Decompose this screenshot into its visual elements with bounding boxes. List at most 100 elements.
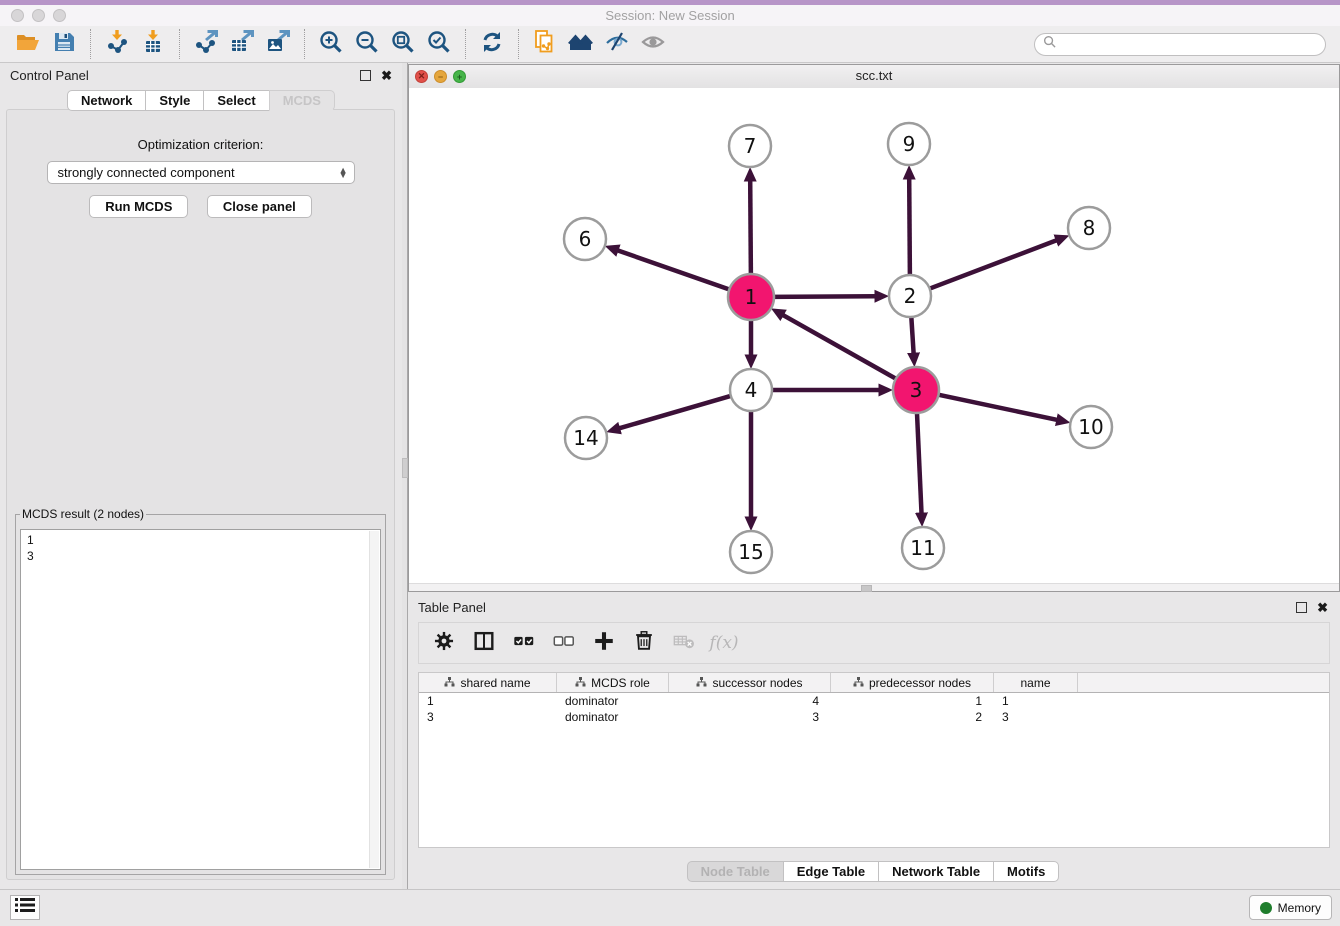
zoom-selected-button[interactable] bbox=[421, 28, 457, 60]
graph-edge-2-9[interactable] bbox=[909, 179, 910, 277]
table-row[interactable]: 3dominator323 bbox=[419, 709, 1329, 725]
table-cell: 3 bbox=[994, 710, 1078, 724]
graph-node-9[interactable]: 9 bbox=[888, 123, 930, 165]
graph-node-1[interactable]: 1 bbox=[728, 274, 774, 320]
float-panel-icon[interactable] bbox=[360, 70, 371, 81]
network-document-button[interactable] bbox=[527, 28, 563, 60]
graph-node-3[interactable]: 3 bbox=[893, 367, 939, 413]
svg-text:11: 11 bbox=[910, 536, 935, 560]
float-table-panel-icon[interactable] bbox=[1296, 602, 1307, 613]
graph-node-14[interactable]: 14 bbox=[565, 417, 607, 459]
trash-icon bbox=[632, 629, 656, 658]
refresh-icon bbox=[479, 29, 505, 60]
graph-node-15[interactable]: 15 bbox=[730, 531, 772, 573]
checked-boxes-icon bbox=[512, 629, 536, 658]
delete-table-button-disabled bbox=[671, 630, 697, 656]
table-cell: 4 bbox=[669, 694, 831, 708]
zoom-fit-button[interactable] bbox=[385, 28, 421, 60]
graph-node-7[interactable]: 7 bbox=[729, 125, 771, 167]
table-cell: 3 bbox=[669, 710, 831, 724]
graph-node-6[interactable]: 6 bbox=[564, 218, 606, 260]
hide-glasses-button[interactable] bbox=[599, 28, 635, 60]
mcds-panel: Optimization criterion: strongly connect… bbox=[6, 109, 395, 880]
search-icon bbox=[1043, 35, 1061, 53]
eye-icon bbox=[640, 29, 666, 60]
graph-edge-2-3[interactable] bbox=[911, 315, 913, 353]
zoom-out-icon bbox=[354, 29, 380, 60]
tab-network-table[interactable]: Network Table bbox=[878, 861, 994, 882]
tab-node-table[interactable]: Node Table bbox=[687, 861, 784, 882]
optimization-criterion-select[interactable]: strongly connected component ▲▼ bbox=[47, 161, 355, 184]
graph-edge-1-6[interactable] bbox=[618, 251, 731, 291]
export-table-icon bbox=[229, 29, 255, 60]
tab-network[interactable]: Network bbox=[67, 90, 146, 111]
graph-edge-4-14[interactable] bbox=[620, 395, 733, 428]
create-column-button[interactable] bbox=[591, 630, 617, 656]
hscrollbar-thumb[interactable] bbox=[861, 585, 872, 592]
search-input[interactable] bbox=[1061, 36, 1317, 52]
close-panel-icon[interactable]: ✖ bbox=[381, 70, 392, 81]
export-table-button[interactable] bbox=[224, 28, 260, 60]
table-cell: 2 bbox=[831, 710, 994, 724]
run-mcds-button[interactable]: Run MCDS bbox=[89, 195, 188, 218]
tab-style[interactable]: Style bbox=[145, 90, 204, 111]
column-header-name[interactable]: name bbox=[994, 673, 1078, 692]
column-header-successor-nodes[interactable]: successor nodes bbox=[669, 673, 831, 692]
graph-edge-3-10[interactable] bbox=[937, 394, 1057, 420]
graph-edge-3-1[interactable] bbox=[783, 315, 898, 380]
graph-node-4[interactable]: 4 bbox=[730, 369, 772, 411]
column-header-predecessor-nodes[interactable]: predecessor nodes bbox=[831, 673, 994, 692]
network-hscrollbar[interactable] bbox=[409, 583, 1339, 591]
graph-node-11[interactable]: 11 bbox=[902, 527, 944, 569]
import-table-button[interactable] bbox=[135, 28, 171, 60]
columns-icon bbox=[472, 629, 496, 658]
toolbar-separator bbox=[304, 29, 305, 59]
graph-node-8[interactable]: 8 bbox=[1068, 207, 1110, 249]
table-settings-button[interactable] bbox=[431, 630, 457, 656]
show-eye-button[interactable] bbox=[635, 28, 671, 60]
memory-button[interactable]: Memory bbox=[1249, 895, 1332, 920]
apply-layout-button[interactable] bbox=[474, 28, 510, 60]
table-cell: 1 bbox=[419, 694, 557, 708]
graph-node-10[interactable]: 10 bbox=[1070, 406, 1112, 448]
column-header-shared-name[interactable]: shared name bbox=[419, 673, 557, 692]
task-history-button[interactable] bbox=[10, 895, 40, 920]
graph-edge-3-11[interactable] bbox=[917, 411, 922, 513]
import-table-icon bbox=[140, 29, 166, 60]
graph-edge-1-7[interactable] bbox=[750, 181, 751, 276]
export-image-button[interactable] bbox=[260, 28, 296, 60]
memory-status-icon bbox=[1260, 902, 1272, 914]
zoom-out-button[interactable] bbox=[349, 28, 385, 60]
zoom-selected-icon bbox=[426, 29, 452, 60]
show-columns-button[interactable] bbox=[471, 630, 497, 656]
graph-edge-2-8[interactable] bbox=[928, 240, 1057, 289]
tree-sort-icon bbox=[575, 676, 586, 690]
svg-text:8: 8 bbox=[1083, 216, 1096, 240]
open-session-button[interactable] bbox=[10, 28, 46, 60]
home-button[interactable] bbox=[563, 28, 599, 60]
import-network-button[interactable] bbox=[99, 28, 135, 60]
network-title: scc.txt bbox=[409, 68, 1339, 83]
graph-node-2[interactable]: 2 bbox=[889, 275, 931, 317]
column-header-MCDS-role[interactable]: MCDS role bbox=[557, 673, 669, 692]
save-session-button[interactable] bbox=[46, 28, 82, 60]
close-table-panel-icon[interactable]: ✖ bbox=[1317, 602, 1328, 613]
tab-select[interactable]: Select bbox=[203, 90, 269, 111]
tab-motifs[interactable]: Motifs bbox=[993, 861, 1059, 882]
search-field[interactable] bbox=[1034, 33, 1326, 56]
delete-column-button[interactable] bbox=[631, 630, 657, 656]
tab-mcds[interactable]: MCDS bbox=[269, 90, 335, 111]
graph-edge-1-2[interactable] bbox=[772, 296, 875, 297]
close-panel-button[interactable]: Close panel bbox=[207, 195, 312, 218]
svg-text:10: 10 bbox=[1078, 415, 1103, 439]
statusbar: Memory bbox=[0, 889, 1340, 926]
result-scrollbar[interactable] bbox=[369, 531, 379, 868]
network-canvas[interactable]: 1 2 3 4 6 7 8 9 10 11 14 15 bbox=[409, 88, 1339, 584]
select-all-columns-button[interactable] bbox=[511, 630, 537, 656]
gear-icon bbox=[432, 629, 456, 658]
tab-edge-table[interactable]: Edge Table bbox=[783, 861, 879, 882]
table-row[interactable]: 1dominator411 bbox=[419, 693, 1329, 709]
zoom-in-button[interactable] bbox=[313, 28, 349, 60]
export-network-button[interactable] bbox=[188, 28, 224, 60]
unselect-all-columns-button[interactable] bbox=[551, 630, 577, 656]
